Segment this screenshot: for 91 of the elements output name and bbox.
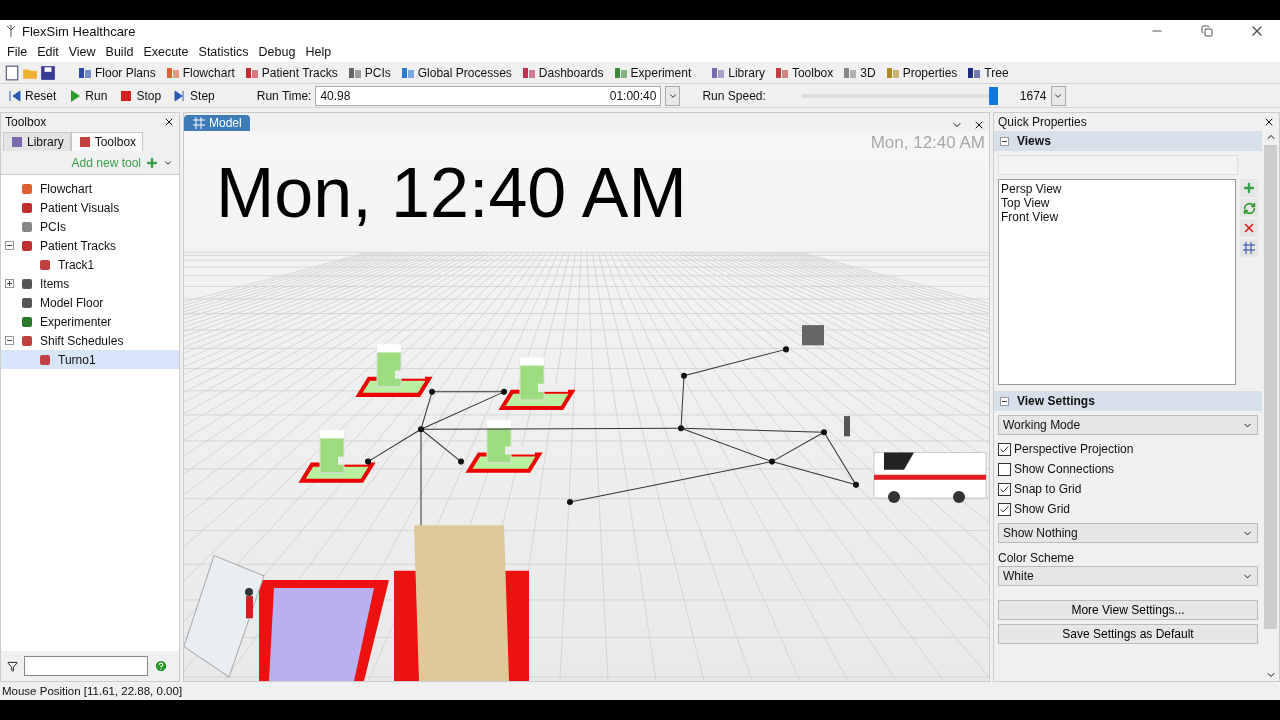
- toolbar-button[interactable]: Global Processes: [396, 65, 516, 80]
- section-header[interactable]: View Settings: [994, 391, 1262, 411]
- toolbar-button[interactable]: Experiment: [609, 65, 696, 80]
- tree-item[interactable]: Items: [1, 274, 179, 293]
- refresh-icon[interactable]: [1242, 201, 1256, 215]
- clock-text: Mon, 12:40 AM: [870, 133, 985, 153]
- new-file-icon: [4, 64, 20, 81]
- run-control-button[interactable]: Reset: [4, 88, 61, 103]
- app-logo-icon: [4, 24, 18, 38]
- mode-dropdown[interactable]: Working Mode: [998, 415, 1258, 435]
- views-list[interactable]: Persp View Top View Front View: [998, 179, 1236, 385]
- collapse-icon[interactable]: [1000, 396, 1009, 406]
- save-icon: [40, 64, 56, 81]
- menu-item[interactable]: Statistics: [193, 45, 254, 59]
- toolbar-button[interactable]: Dashboards: [517, 65, 608, 80]
- restore-icon[interactable]: [1201, 25, 1213, 37]
- panel-title: Quick Properties: [998, 115, 1087, 129]
- section-header[interactable]: Views: [994, 131, 1262, 151]
- stop-icon: [119, 88, 134, 103]
- tree-item[interactable]: Shift Schedules: [1, 331, 179, 350]
- list-item[interactable]: Persp View: [1001, 182, 1233, 196]
- run-speed-label: Run Speed:: [702, 88, 766, 103]
- toolbar-button[interactable]: Floor Plans: [74, 65, 160, 80]
- toolbar-button[interactable]: 3D: [839, 65, 880, 80]
- tree-item[interactable]: Flowchart: [1, 179, 179, 198]
- toolbar-button[interactable]: Properties: [881, 65, 962, 80]
- toolbar-button[interactable]: PCIs: [343, 65, 395, 80]
- list-item[interactable]: Top View: [1001, 196, 1233, 210]
- run-time-field[interactable]: 40.98 01:00:40: [315, 85, 662, 106]
- list-item[interactable]: Front View: [1001, 210, 1233, 224]
- close-icon[interactable]: [973, 119, 985, 131]
- tree-item[interactable]: Patient Visuals: [1, 198, 179, 217]
- menu-item[interactable]: Execute: [138, 45, 194, 59]
- checkbox-label: Show Connections: [1014, 462, 1115, 476]
- run-speed-slider[interactable]: [801, 86, 998, 105]
- add-icon[interactable]: [1242, 181, 1256, 195]
- status-text: Mouse Position [11.61, 22.88, 0.00]: [1, 684, 184, 699]
- collapse-icon[interactable]: [5, 241, 14, 250]
- menu-item[interactable]: Debug: [253, 45, 301, 59]
- scrollbar-thumb[interactable]: [1264, 145, 1277, 629]
- expand-icon[interactable]: [5, 279, 14, 288]
- run-control-button[interactable]: Step: [169, 88, 219, 103]
- checkbox[interactable]: [998, 482, 1011, 496]
- toolbar-button[interactable]: Flowchart: [161, 65, 239, 80]
- menu-item[interactable]: View: [63, 45, 101, 59]
- menu-item[interactable]: Edit: [32, 45, 64, 59]
- tree-item[interactable]: Model Floor: [1, 293, 179, 312]
- clock-text: Mon, 12:40 AM: [216, 153, 687, 233]
- tree-item[interactable]: Experimenter: [1, 312, 179, 331]
- search-field[interactable]: [24, 656, 148, 676]
- collapse-icon[interactable]: [1000, 136, 1009, 146]
- checkbox[interactable]: [998, 442, 1011, 456]
- tree-item[interactable]: Turno1: [1, 350, 179, 369]
- tree-item[interactable]: PCIs: [1, 217, 179, 236]
- toolbar-button[interactable]: Tree: [963, 65, 1013, 80]
- toolbar-button[interactable]: Library: [707, 65, 769, 80]
- run-control-button[interactable]: Run: [64, 88, 112, 103]
- delete-icon[interactable]: [1242, 221, 1256, 235]
- window-title: FlexSim Healthcare: [22, 23, 137, 39]
- toolbar-button[interactable]: Toolbox: [770, 65, 838, 80]
- checkbox[interactable]: [998, 462, 1011, 476]
- checkbox-label: Perspective Projection: [1014, 442, 1134, 456]
- panel-title: Toolbox: [5, 115, 47, 129]
- slider-thumb[interactable]: [988, 86, 998, 105]
- settings-button[interactable]: Save Settings as Default: [998, 624, 1258, 644]
- plus-icon[interactable]: [145, 155, 159, 170]
- close-icon[interactable]: [1263, 116, 1275, 128]
- checkbox[interactable]: [998, 502, 1011, 516]
- menu-item[interactable]: File: [2, 45, 33, 59]
- menu-item[interactable]: Build: [100, 45, 139, 59]
- color-scheme-dropdown[interactable]: White: [998, 566, 1258, 586]
- display-dropdown[interactable]: Show Nothing: [998, 523, 1258, 543]
- run-speed-value: 1674: [1019, 88, 1047, 103]
- run-control-button[interactable]: Stop: [115, 88, 166, 103]
- rewind-icon: [8, 88, 22, 103]
- checkbox-label: Snap to Grid: [1014, 482, 1082, 496]
- filter-icon: [7, 660, 18, 672]
- model-tab[interactable]: Model: [184, 115, 250, 131]
- collapse-icon[interactable]: [5, 336, 14, 345]
- close-icon[interactable]: [163, 116, 175, 128]
- tree-item[interactable]: Patient Tracks: [1, 236, 179, 255]
- help-icon[interactable]: [154, 659, 168, 673]
- panel-tab[interactable]: Library: [3, 132, 71, 151]
- tree-item[interactable]: Track1: [1, 255, 179, 274]
- settings-button[interactable]: More View Settings...: [998, 600, 1258, 620]
- field-label: Color Scheme: [997, 550, 1076, 565]
- run-time-label: Run Time:: [256, 88, 312, 103]
- toolbar-button[interactable]: Patient Tracks: [240, 65, 342, 80]
- menu-item[interactable]: Help: [300, 45, 337, 59]
- checkbox-label: Show Grid: [1014, 502, 1071, 516]
- panel-tab[interactable]: Toolbox: [70, 132, 144, 151]
